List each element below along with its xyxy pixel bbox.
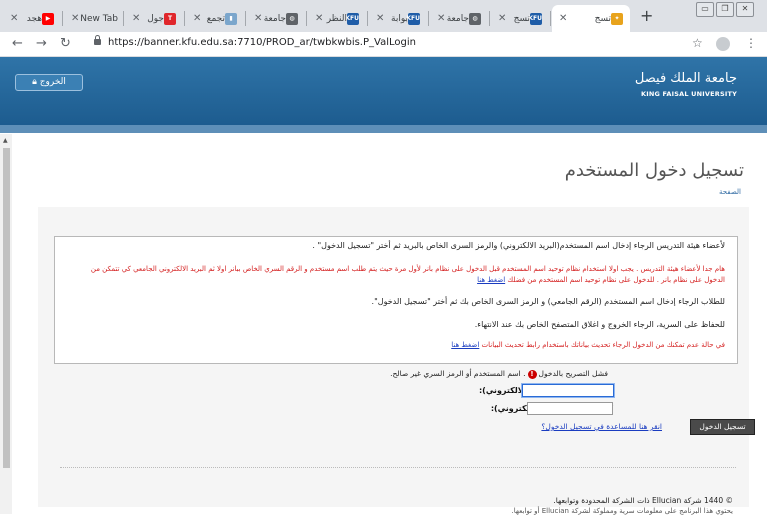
password-input[interactable] [527,402,613,415]
browser-tab-label: جول [147,13,164,24]
new-tab-button[interactable]: + [640,6,653,25]
browser-tab[interactable]: KFU النظر ✕ [308,5,366,32]
close-window-button[interactable]: ✕ [736,2,754,17]
login-button[interactable]: تسجيل الدخول [690,419,755,435]
tab-separator [367,11,368,26]
close-tab-icon[interactable]: ✕ [559,13,567,24]
tab-separator [245,11,246,26]
kfu-icon: KFU [528,12,542,25]
profile-avatar[interactable] [716,37,730,51]
footer-divider [60,467,736,468]
lock-icon: 🔒︎ [32,77,37,87]
t-icon: T [164,12,176,25]
browser-tab[interactable]: KFU تسج ✕ [491,5,549,32]
scroll-up-arrow-icon[interactable]: ▲ [3,137,8,144]
logout-button[interactable]: 🔒︎ الخروج [15,74,83,91]
browser-tab-label: جامعة [263,13,286,24]
bookmark-icon: ▮ [225,12,237,25]
university-name-arabic: جامعة الملك فيصل [634,71,737,86]
page-title: تسجيل دخول المستخدم [564,160,744,181]
browser-tab-label: هجد [26,13,42,24]
reload-icon[interactable]: ↻ [60,36,71,51]
browser-tab[interactable]: ▶ هجد ✕ [3,5,61,32]
minimize-button[interactable]: ▭ [696,2,714,17]
browser-tab[interactable]: KFU بوابة ✕ [369,5,427,32]
browser-tab[interactable]: ✦ تسج ✕ [552,5,630,32]
tab-separator [306,11,307,26]
error-icon: ! [527,370,537,379]
username-input[interactable] [522,384,614,397]
close-tab-icon[interactable]: ✕ [193,13,201,24]
scrollbar-thumb[interactable] [3,148,10,468]
browser-tab[interactable]: ◍ جامعة ✕ [430,5,488,32]
student-instruction: للطلاب الرجاء إدخال اسم المستخدم (الرقم … [371,297,725,306]
update-note-text: في حالة عدم تمكنك من الدخول الرجاء تحديث… [481,341,725,349]
faculty-instruction: لأعضاء هيئة التدريس الرجاء إدخال اسم الم… [312,241,725,250]
browser-tab[interactable]: T جول ✕ [125,5,183,32]
auth-error-title: فشل التصريح بالدخول [538,369,608,378]
tab-separator [123,11,124,26]
restore-button[interactable]: ❐ [716,2,734,17]
breadcrumb[interactable]: الصفحة [719,188,741,196]
youtube-icon: ▶ [42,12,54,25]
tab-separator [428,11,429,26]
tab-separator [184,11,185,26]
header-divider [0,125,767,133]
close-tab-icon[interactable]: ✕ [315,13,323,24]
faculty-note-line2: الدخول على نظام بانر . للدخول على نظام ت… [477,276,725,284]
info-box: لأعضاء هيئة التدريس الرجاء إدخال اسم الم… [54,236,738,364]
browser-tab-label: جامعة [446,13,469,24]
university-name-english: KING FAISAL UNIVERSITY [640,90,737,98]
update-data-link[interactable]: اضغط هنا [451,341,479,349]
close-tab-icon[interactable]: ✕ [254,13,262,24]
browser-tab-label: New Tab [80,13,118,24]
browser-tab[interactable]: ▮ تجمع ✕ [186,5,244,32]
menu-kebab-icon[interactable]: ⋮ [745,36,757,50]
faculty-note-text: الدخول على نظام بانر . للدخول على نظام ت… [507,276,725,284]
auth-error-line: فشل التصريح بالدخول!. اسم المستخدم أو ال… [390,369,608,379]
browser-toolbar: ← → ↻ https://banner.kfu.edu.sa:7710/PRO… [0,32,767,57]
browser-tab[interactable]: ◍ جامعة ✕ [247,5,305,32]
tab-separator [550,11,551,26]
logout-label: الخروج [39,77,66,87]
close-tab-icon[interactable]: ✕ [132,13,140,24]
browser-tab-label: تسج [594,13,611,24]
tab-separator [489,11,490,26]
browser-tab-label: النظر [326,13,347,24]
help-link[interactable]: انقر هنا للمساعدة في تسجيل الدخول؟ [541,422,662,431]
update-data-note: في حالة عدم تمكنك من الدخول الرجاء تحديث… [451,341,725,349]
security-note: للحفاظ على السرية، الرجاء الخروج و اغلاق… [474,320,725,329]
bookmark-star-icon[interactable]: ☆ [692,36,703,50]
browser-tab[interactable]: New Tab ✕ [64,5,122,32]
globe-icon: ◍ [286,12,298,25]
close-tab-icon[interactable]: ✕ [10,13,18,24]
url-text: https://banner.kfu.edu.sa:7710/PROD_ar/t… [108,37,416,48]
back-arrow-icon[interactable]: ← [12,36,23,51]
copyright-text: © 1440 شركة Ellucian ذات الشركة المحدودة… [553,496,733,505]
close-tab-icon[interactable]: ✕ [498,13,506,24]
close-tab-icon[interactable]: ✕ [437,13,445,24]
close-tab-icon[interactable]: ✕ [376,13,384,24]
close-tab-icon[interactable]: ✕ [71,13,79,24]
globe-icon: ◍ [469,12,481,25]
kfu-icon: KFU [406,12,420,25]
kfu-logo-icon: ✦ [611,12,623,25]
browser-tab-label: تجمع [206,13,225,24]
kfu-icon: KFU [345,12,359,25]
lock-icon [94,35,101,45]
browser-tab-label: بوابة [391,13,408,24]
tab-separator [62,11,63,26]
forward-arrow-icon[interactable]: → [36,36,47,51]
unified-username-link[interactable]: اضغط هنا [477,276,505,284]
auth-error-detail: . اسم المستخدم أو الرمز السري غير صالح. [390,369,526,378]
faculty-note: هام جدا لأعضاء هيئة التدريس . يجب اولا ا… [90,265,725,273]
browser-tab-label: تسج [513,13,530,24]
address-bar[interactable]: https://banner.kfu.edu.sa:7710/PROD_ar/t… [84,34,714,54]
